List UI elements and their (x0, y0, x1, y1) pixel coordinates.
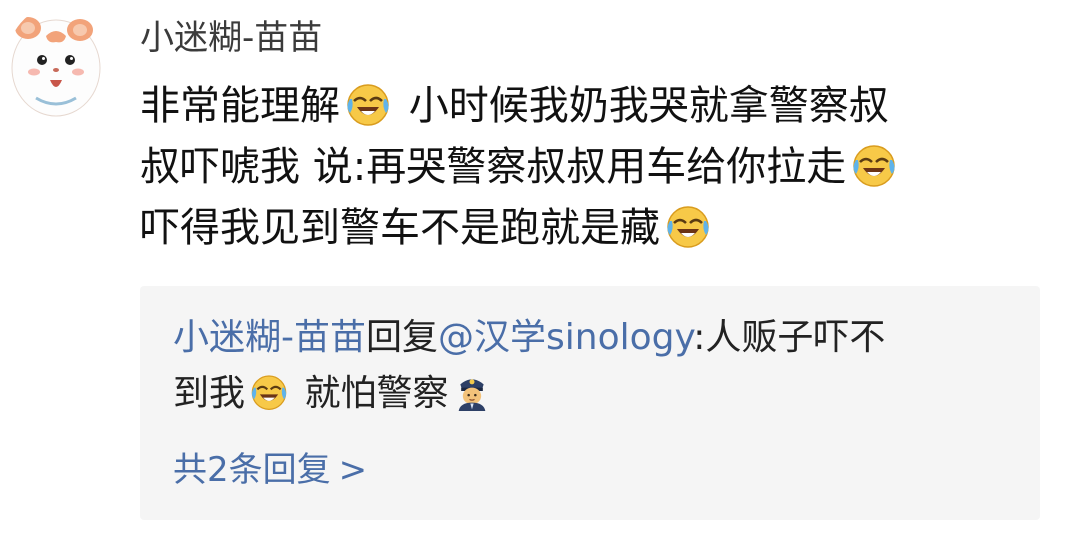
chevron-right-icon: > (338, 450, 368, 490)
comment-text: 小时候我奶我哭就拿警察叔 (408, 83, 889, 129)
laughing-crying-emoji-icon (664, 201, 712, 249)
reply-text: 就怕警察 (304, 373, 449, 414)
mention-link[interactable]: @汉学sinology (438, 317, 693, 358)
laughing-crying-emoji-icon (850, 140, 898, 188)
username[interactable]: 小迷糊-苗苗 (140, 14, 322, 62)
comment-text: 吓得我见到警车不是跑就是藏 (140, 205, 660, 251)
reply-text: :人贩子吓不 (693, 317, 886, 358)
comment-line: 非常能理解 小时候我奶我哭就拿警察叔 (140, 76, 1040, 137)
comment-line: 吓得我见到警车不是跑就是藏 (140, 198, 1040, 259)
reply-author-link[interactable]: 小迷糊-苗苗 (173, 317, 366, 358)
comment-text: 非常能理解 (140, 83, 340, 129)
comment-line: 叔吓唬我 说:再哭警察叔叔用车给你拉走 (140, 137, 1040, 198)
reply-content: 小迷糊-苗苗回复@汉学sinology:人贩子吓不 到我 就怕警察 (173, 310, 1023, 422)
more-replies-label: 共2条回复 (173, 450, 331, 490)
avatar[interactable] (6, 6, 106, 122)
reply-word: 回复 (366, 317, 439, 358)
reply-text: 到我 (173, 373, 246, 414)
comment-body: 非常能理解 小时候我奶我哭就拿警察叔 叔吓唬我 说:再哭警察叔叔用车给你拉走 吓… (140, 76, 1040, 259)
view-all-replies-link[interactable]: 共2条回复 > (173, 446, 367, 494)
laughing-crying-emoji-icon (249, 371, 289, 411)
comment-text: 叔吓唬我 说:再哭警察叔叔用车给你拉走 (140, 144, 847, 190)
reply-preview-box[interactable]: 小迷糊-苗苗回复@汉学sinology:人贩子吓不 到我 就怕警察 共2条回复 > (140, 286, 1040, 520)
reply-line: 小迷糊-苗苗回复@汉学sinology:人贩子吓不 (173, 310, 1023, 366)
reply-line: 到我 就怕警察 (173, 366, 1023, 422)
laughing-crying-emoji-icon (344, 79, 392, 127)
police-officer-emoji-icon (452, 371, 492, 411)
hamster-avatar-icon (6, 6, 106, 122)
